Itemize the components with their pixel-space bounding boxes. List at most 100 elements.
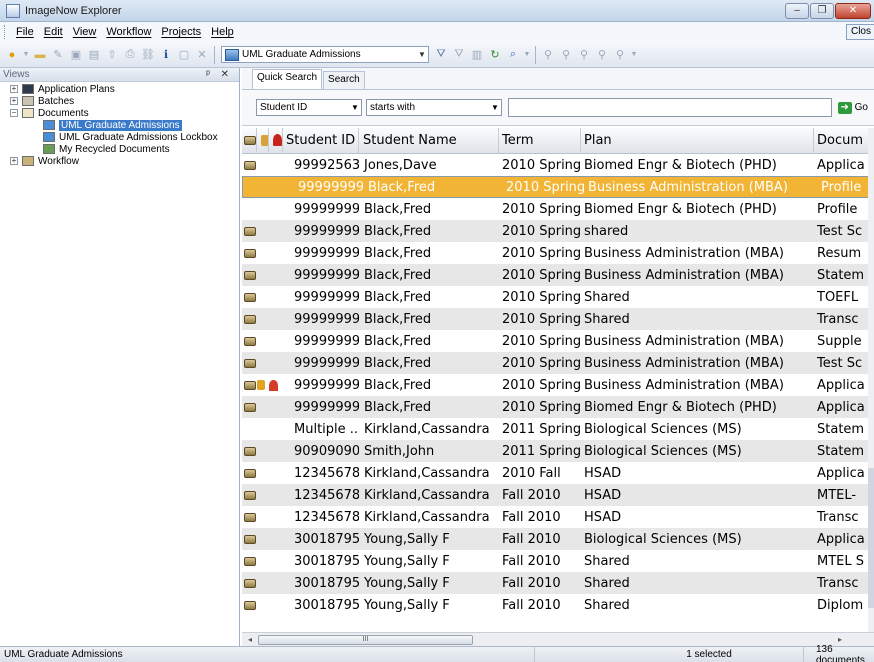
doc-type-cell xyxy=(242,158,257,173)
tree-item-label: UML Graduate Admissions xyxy=(59,119,182,131)
table-row[interactable]: 30018795 Young,Sally F Fall 2010 Shared MTEL… xyxy=(242,550,874,572)
table-row[interactable]: 12345678 Kirkland,Cassandra Fall 2010 HSAD T… xyxy=(242,506,874,528)
columns-icon[interactable]: ▥ xyxy=(469,47,485,63)
table-row[interactable]: 99999999 Black,Fred 2010 Spring shared Test … xyxy=(242,220,874,242)
table-row[interactable]: 90909090 Smith,John 2011 Spring Biological … xyxy=(242,440,874,462)
column-header-student-name[interactable]: Student Name xyxy=(359,128,499,154)
edit-icon[interactable]: ✎ xyxy=(50,47,66,63)
column-header-term[interactable]: Term xyxy=(499,128,581,154)
expand-toggle-icon[interactable]: + xyxy=(10,85,18,93)
table-row[interactable]: Multiple ... Kirkland,Cassandra 2011 Sprin… xyxy=(242,418,874,440)
scan-icon[interactable]: ▤ xyxy=(86,47,102,63)
expand-toggle-icon[interactable]: + xyxy=(10,97,18,105)
table-row[interactable]: 99999999 Black,Fred 2010 Spring Business Ad… xyxy=(242,176,870,198)
lock-column-header[interactable] xyxy=(257,128,269,154)
filter-icon[interactable]: ⛛ xyxy=(433,47,449,63)
doc-type-cell xyxy=(242,510,257,525)
menu-view[interactable]: View xyxy=(68,26,102,38)
find-icon[interactable]: ⌕ xyxy=(505,47,521,63)
search-field-select[interactable]: Student ID ▼ xyxy=(256,99,362,116)
horizontal-scroll-thumb[interactable]: III xyxy=(258,635,473,645)
scroll-left-arrow-icon[interactable]: ◂ xyxy=(244,634,256,646)
workflow-route-icon[interactable]: ⚲ xyxy=(576,47,592,63)
refresh-icon[interactable]: ↻ xyxy=(487,47,503,63)
filter-clear-icon[interactable]: ⛛ xyxy=(451,47,467,63)
minimize-button[interactable]: – xyxy=(785,3,809,19)
table-row[interactable]: 12345678 Kirkland,Cassandra Fall 2010 HSAD M… xyxy=(242,484,874,506)
tree-item-application-plans[interactable]: + Application Plans xyxy=(0,83,239,95)
table-row[interactable]: 99999999 Black,Fred 2010 Spring Shared TOEFL xyxy=(242,286,874,308)
tree-item-uml-graduate-admissions-lockbox[interactable]: UML Graduate Admissions Lockbox xyxy=(0,131,239,143)
tree-item-my-recycled-documents[interactable]: My Recycled Documents xyxy=(0,143,239,155)
table-row[interactable]: 12345678 Kirkland,Cassandra 2010 Fall HSAD A… xyxy=(242,462,874,484)
table-row[interactable]: 99999999 Black,Fred 2010 Spring Business Ad… xyxy=(242,264,874,286)
menu-help[interactable]: Help xyxy=(206,26,239,38)
info-icon[interactable]: ℹ xyxy=(158,47,174,63)
menu-projects[interactable]: Projects xyxy=(156,26,206,38)
properties-icon[interactable]: ▢ xyxy=(176,47,192,63)
capture-icon[interactable]: ▣ xyxy=(68,47,84,63)
cell-document: TOEFL xyxy=(817,289,859,305)
new-icon[interactable]: ● xyxy=(4,47,20,63)
tree-item-documents[interactable]: − Documents xyxy=(0,107,239,119)
table-row[interactable]: 99992563 Jones,Dave 2010 Spring Biomed Engr… xyxy=(242,154,874,176)
menu-workflow[interactable]: Workflow xyxy=(101,26,156,38)
table-row[interactable]: 30018795 Young,Sally F Fall 2010 Shared Tran… xyxy=(242,572,874,594)
column-header-document[interactable]: Docum xyxy=(814,128,874,154)
vertical-scrollbar[interactable] xyxy=(868,128,874,632)
dropdown-arrow-icon[interactable]: ▼ xyxy=(22,47,30,63)
table-row[interactable]: 99999999 Black,Fred 2010 Spring Biomed Engr… xyxy=(242,198,874,220)
go-button[interactable]: ➜ Go xyxy=(837,101,868,114)
link-icon[interactable]: ⛓ xyxy=(140,47,156,63)
search-operator-select[interactable]: starts with ▼ xyxy=(366,99,502,116)
pin-close-controls[interactable]: ᵖ ✕ xyxy=(206,69,233,80)
table-row[interactable]: 99999999 Black,Fred 2010 Spring Business Ad… xyxy=(242,242,874,264)
table-row[interactable]: 99999999 Black,Fred 2010 Spring Business Ad… xyxy=(242,374,874,396)
table-row[interactable]: 99999999 Black,Fred 2010 Spring Biomed Engr… xyxy=(242,396,874,418)
print-icon[interactable]: ⎙ xyxy=(122,47,138,63)
cell-student-id: 30018795 xyxy=(294,575,359,591)
horizontal-scrollbar[interactable]: ◂ III ▸ xyxy=(242,632,874,646)
menu-file[interactable]: File xyxy=(11,26,39,38)
workflow-route-icon[interactable]: ⚲ xyxy=(540,47,556,63)
doc-type-column-header[interactable] xyxy=(242,128,257,154)
view-queue-select[interactable]: UML Graduate Admissions ▼ xyxy=(221,46,429,63)
search-input[interactable] xyxy=(508,98,832,117)
workflow-route-icon[interactable]: ⚲ xyxy=(594,47,610,63)
tab-search[interactable]: Search xyxy=(323,71,365,89)
delete-icon[interactable]: ✕ xyxy=(194,47,210,63)
cell-student-id: 90909090 xyxy=(294,443,359,459)
tree-item-batches[interactable]: + Batches xyxy=(0,95,239,107)
workflow-route-icon[interactable]: ⚲ xyxy=(558,47,574,63)
table-row[interactable]: 99999999 Black,Fred 2010 Spring Shared Trans… xyxy=(242,308,874,330)
table-row[interactable]: 30018795 Young,Sally F Fall 2010 Biological… xyxy=(242,528,874,550)
table-row[interactable]: 30018795 Young,Sally F Fall 2010 Shared Dipl… xyxy=(242,594,874,616)
dropdown-arrow-icon[interactable]: ▼ xyxy=(523,47,531,63)
tab-quick-search[interactable]: Quick Search xyxy=(252,69,323,89)
folder-icon[interactable]: ▬ xyxy=(32,47,48,63)
cell-term: 2010 Spring xyxy=(502,223,581,239)
tree-item-workflow[interactable]: + Workflow xyxy=(0,155,239,167)
dropdown-arrow-icon[interactable]: ▼ xyxy=(630,47,638,63)
chevron-down-icon[interactable]: ▼ xyxy=(416,47,428,62)
cell-plan: Business Administration (MBA) xyxy=(584,355,784,371)
flag-column-header[interactable] xyxy=(269,128,283,154)
upload-icon[interactable]: ⇧ xyxy=(104,47,120,63)
column-header-plan[interactable]: Plan xyxy=(581,128,814,154)
close-doc-button[interactable]: Clos xyxy=(845,24,874,40)
vertical-scroll-thumb[interactable] xyxy=(868,468,874,608)
expand-toggle-icon[interactable]: + xyxy=(10,157,18,165)
cell-document: Diplom xyxy=(817,597,864,613)
cell-student-name: Black,Fred xyxy=(364,355,432,371)
close-button[interactable]: ✕ xyxy=(835,3,871,19)
workflow-route-icon[interactable]: ⚲ xyxy=(612,47,628,63)
table-row[interactable]: 99999999 Black,Fred 2010 Spring Business Ad… xyxy=(242,352,874,374)
menu-edit[interactable]: Edit xyxy=(39,26,68,38)
table-row[interactable]: 99999999 Black,Fred 2010 Spring Business Ad… xyxy=(242,330,874,352)
cell-student-id: 99999999 xyxy=(294,267,359,283)
expand-toggle-icon[interactable]: − xyxy=(10,109,18,117)
tree-item-uml-graduate-admissions[interactable]: UML Graduate Admissions xyxy=(0,119,239,131)
column-header-student-id[interactable]: Student ID xyxy=(283,128,359,154)
maximize-button[interactable]: ❐ xyxy=(810,3,834,19)
document-icon xyxy=(244,248,256,258)
